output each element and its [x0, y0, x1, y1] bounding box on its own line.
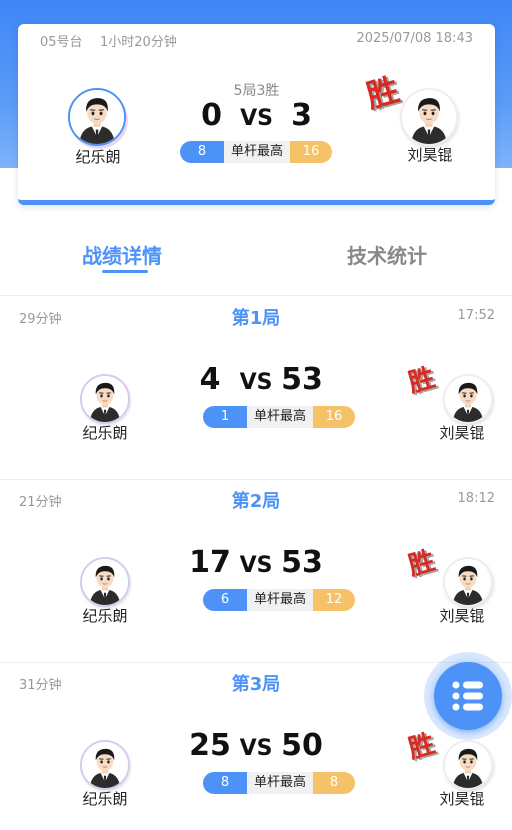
vs-label: VS [240, 106, 273, 131]
player-left-score: 4 [199, 362, 221, 397]
player-right-name: 刘昊锟 [439, 790, 485, 808]
left-highest-break: 8 [203, 772, 247, 794]
highest-break-label: 单杆最高 [247, 589, 313, 611]
list-menu-icon[interactable] [434, 662, 502, 730]
active-tab-indicator [102, 270, 148, 273]
vs-label: VS [239, 553, 273, 578]
left-highest-break: 8 [180, 141, 224, 163]
player-left-score: 25 [189, 728, 231, 763]
player-left-name: 纪乐朗 [82, 424, 128, 442]
highest-break-bar: 8 单杆最高 8 [203, 772, 355, 794]
game-time: 17:52 [457, 308, 495, 323]
tab-bar: 战绩详情 技术统计 [0, 240, 512, 280]
player-right-score: 50 [281, 728, 323, 763]
match-summary-card: 05号台 1小时20分钟 2025/07/08 18:43 纪乐朗 5局3胜 0… [18, 24, 495, 205]
game-time: 18:12 [457, 491, 495, 506]
floating-menu-button[interactable] [424, 652, 512, 740]
highest-break-bar: 8 单杆最高 16 [180, 141, 332, 163]
player-avatar-icon[interactable] [443, 374, 493, 424]
highest-break-label: 单杆最高 [224, 141, 290, 163]
player-avatar-icon[interactable] [443, 740, 493, 790]
player-left-score: 17 [189, 545, 231, 580]
vs-label: VS [239, 370, 273, 395]
right-highest-break: 12 [313, 589, 355, 611]
table-number: 05号台 [40, 35, 83, 50]
match-datetime: 2025/07/08 18:43 [356, 31, 473, 46]
tab-match-details[interactable]: 战绩详情 [82, 240, 162, 269]
player-avatar-icon[interactable] [400, 88, 458, 146]
vs-label: VS [239, 736, 273, 761]
left-highest-break: 1 [203, 406, 247, 428]
player-avatar-icon[interactable] [443, 557, 493, 607]
game-title: 第2局 [231, 491, 281, 512]
highest-break-label: 单杆最高 [247, 406, 313, 428]
player-left-name: 纪乐朗 [82, 790, 128, 808]
match-duration: 1小时20分钟 [100, 35, 177, 50]
highest-break-label: 单杆最高 [247, 772, 313, 794]
right-highest-break: 8 [313, 772, 355, 794]
left-highest-break: 6 [203, 589, 247, 611]
right-highest-break: 16 [313, 406, 355, 428]
highest-break-bar: 6 单杆最高 12 [203, 589, 355, 611]
player-right-name: 刘昊锟 [439, 424, 485, 442]
game-title: 第1局 [231, 308, 281, 329]
player-right-name[interactable]: 刘昊锟 [380, 144, 480, 165]
player-right-score: 53 [281, 545, 323, 580]
player-left-name[interactable]: 纪乐朗 [48, 146, 148, 167]
player-left-score: 0 [201, 98, 222, 133]
right-highest-break: 16 [290, 141, 332, 163]
player-left-name: 纪乐朗 [82, 607, 128, 625]
highest-break-bar: 1 单杆最高 16 [203, 406, 355, 428]
player-right-score: 53 [281, 362, 323, 397]
game-card[interactable]: 21分钟 第2局 18:12 纪乐朗 17 VS 53 6 单杆最高 12 胜 刘昊… [0, 479, 512, 663]
tab-technical-stats[interactable]: 技术统计 [347, 240, 427, 269]
player-right-name: 刘昊锟 [439, 607, 485, 625]
game-card[interactable]: 29分钟 第1局 17:52 纪乐朗 4 VS 53 1 单杆最高 16 胜 刘昊锟 [0, 296, 512, 480]
player-right-score: 3 [291, 98, 312, 133]
